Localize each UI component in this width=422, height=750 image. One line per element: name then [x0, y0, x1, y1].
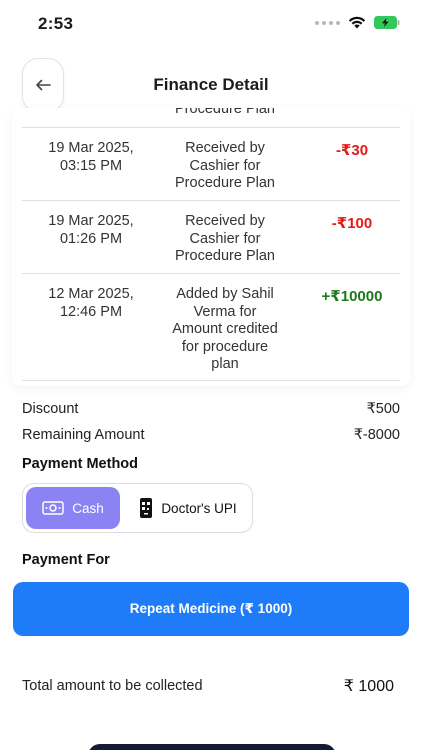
payment-option-label: Cash: [72, 500, 104, 516]
status-bar: 2:53: [0, 0, 422, 48]
transaction-date: 19 Mar 2025, 01:26 PM: [48, 213, 134, 247]
status-icons: [315, 16, 400, 29]
remaining-amount-label: Remaining Amount: [22, 427, 145, 443]
payment-method-toggle: Cash Doctor's UPI: [22, 483, 253, 533]
transaction-description: Added by Sahil Verma for Amount credited…: [172, 286, 278, 372]
discount-row: Discount ₹500: [22, 401, 400, 417]
transaction-date: 19 Mar 2025, 03:15 PM: [48, 140, 134, 174]
wifi-icon: [348, 16, 366, 29]
remaining-amount-value: ₹-8000: [353, 427, 400, 443]
remaining-amount-row: Remaining Amount ₹-8000: [22, 427, 400, 443]
total-amount-label: Total amount to be collected: [22, 678, 203, 694]
transaction-row: 19 Mar 2025, 03:15 PM Received by Cashie…: [22, 128, 400, 201]
cellular-signal-icon: [315, 20, 340, 25]
payment-option-doctors-upi[interactable]: Doctor's UPI: [129, 487, 247, 529]
repeat-medicine-button[interactable]: Repeat Medicine (₹ 1000): [13, 582, 409, 636]
payment-method-title: Payment Method: [22, 456, 139, 472]
discount-value: ₹500: [366, 401, 400, 417]
payment-option-cash[interactable]: Cash: [26, 487, 120, 529]
header: Finance Detail: [0, 56, 422, 114]
transactions-list[interactable]: Procedure Plan 19 Mar 2025, 03:15 PM Rec…: [12, 108, 410, 386]
discount-label: Discount: [22, 401, 79, 417]
transaction-date: 12 Mar 2025, 12:46 PM: [48, 286, 134, 320]
transaction-amount: -₹100: [331, 215, 373, 232]
transaction-description: Received by Cashier for Procedure Plan: [175, 213, 275, 264]
payment-option-label: Doctor's UPI: [161, 500, 237, 516]
transaction-row: 12 Mar 2025, 12:46 PM Added by Sahil Ver…: [22, 274, 400, 381]
page-title: Finance Detail: [153, 75, 269, 94]
transaction-row-partial: Procedure Plan: [22, 108, 400, 128]
cash-icon: [42, 501, 64, 515]
transaction-description: Procedure Plan: [175, 108, 275, 117]
bottom-action-button[interactable]: [88, 744, 336, 750]
qr-phone-icon: [140, 498, 153, 518]
payment-for-title: Payment For: [22, 552, 110, 568]
transaction-description: Received by Cashier for Procedure Plan: [175, 140, 275, 191]
transaction-amount: -₹30: [335, 142, 369, 159]
transaction-row: 19 Mar 2025, 01:26 PM Received by Cashie…: [22, 201, 400, 274]
status-time: 2:53: [38, 14, 74, 33]
total-amount-row: Total amount to be collected ₹ 1000: [22, 676, 394, 696]
total-amount-value: ₹ 1000: [343, 678, 394, 695]
battery-charging-icon: [374, 16, 400, 29]
transaction-amount: +₹10000: [321, 288, 383, 305]
